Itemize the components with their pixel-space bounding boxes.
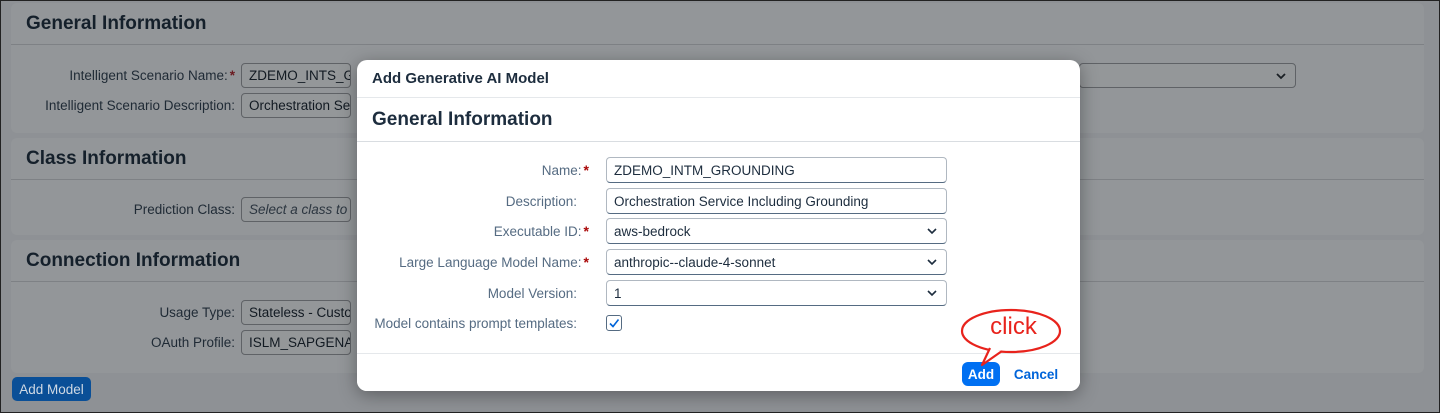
scenario-description-label: Intelligent Scenario Description:: [45, 98, 235, 113]
chevron-down-icon: [927, 290, 937, 297]
prompt-templates-label: Model contains prompt templates:: [374, 315, 577, 331]
description-input[interactable]: Orchestration Service Including Groundin…: [606, 188, 947, 214]
prompt-templates-checkbox[interactable]: [606, 315, 622, 331]
required-marker: *: [583, 254, 589, 270]
oauth-profile-label: OAuth Profile:: [150, 335, 235, 350]
llm-name-row: Large Language Model Name: * anthropic--c…: [357, 249, 1080, 275]
name-row: Name: * ZDEMO_INTM_GROUNDING: [357, 157, 1080, 183]
click-callout-text: click: [990, 313, 1037, 340]
required-marker: *: [583, 162, 589, 178]
scenario-name-row: Intelligent Scenario Name: * ZDEMO_INTS_G: [13, 63, 351, 88]
prediction-class-input[interactable]: Select a class to: [241, 197, 351, 222]
oauth-profile-row: OAuth Profile: ISLM_SAPGENA: [13, 330, 351, 355]
model-version-label: Model Version:: [487, 285, 577, 301]
usage-type-label: Usage Type:: [159, 305, 235, 320]
prediction-class-label: Prediction Class:: [133, 202, 235, 217]
description-row: Description: Orchestration Service Inclu…: [357, 188, 1080, 214]
general-info-title: General Information: [11, 3, 1424, 45]
chevron-down-icon: [1276, 72, 1286, 79]
executable-id-select[interactable]: aws-bedrock: [606, 218, 947, 244]
model-version-row: Model Version: 1: [357, 280, 1080, 306]
add-model-button[interactable]: Add Model: [12, 377, 91, 401]
scenario-description-row: Intelligent Scenario Description: Orches…: [13, 93, 351, 118]
llm-name-select[interactable]: anthropic--claude-4-sonnet: [606, 249, 947, 275]
chevron-down-icon: [927, 228, 937, 235]
executable-id-label: Executable ID: *: [493, 223, 589, 239]
scenario-name-label: Intelligent Scenario Name: *: [69, 68, 235, 83]
dialog-title: Add Generative AI Model: [357, 60, 1080, 98]
name-label: Name: *: [541, 162, 589, 178]
executable-id-row: Executable ID: * aws-bedrock: [357, 218, 1080, 244]
prediction-class-row: Prediction Class: Select a class to: [13, 197, 351, 222]
usage-type-row: Usage Type: Stateless - Custo: [13, 300, 351, 325]
chevron-down-icon: [927, 259, 937, 266]
name-input[interactable]: ZDEMO_INTM_GROUNDING: [606, 157, 947, 183]
llm-name-value: anthropic--claude-4-sonnet: [614, 254, 776, 270]
scenario-description-input[interactable]: Orchestration Se: [241, 93, 351, 118]
required-marker: *: [583, 223, 589, 239]
scenario-name-select-extension[interactable]: [1079, 63, 1296, 88]
model-version-value: 1: [614, 285, 622, 301]
oauth-profile-input[interactable]: ISLM_SAPGENA: [241, 330, 351, 355]
model-version-select[interactable]: 1: [606, 280, 947, 306]
usage-type-input[interactable]: Stateless - Custo: [241, 300, 351, 325]
dialog-section-title: General Information: [357, 98, 1080, 142]
description-label: Description:: [505, 193, 577, 209]
scenario-name-input[interactable]: ZDEMO_INTS_G: [241, 63, 351, 88]
executable-id-value: aws-bedrock: [614, 223, 691, 239]
checkmark-icon: [609, 319, 620, 328]
llm-name-label: Large Language Model Name: *: [399, 254, 589, 270]
